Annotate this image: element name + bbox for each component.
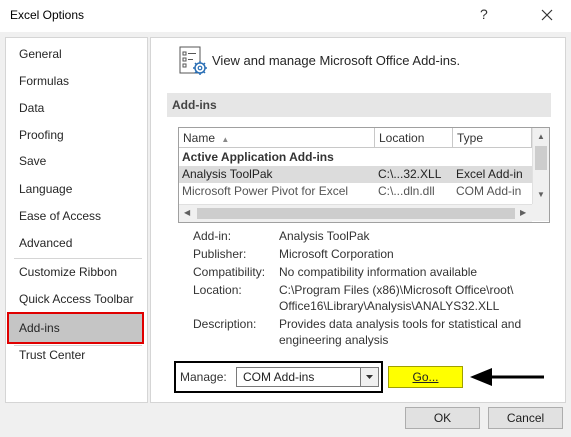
row-location: C:\...dln.dll: [378, 184, 435, 198]
detail-label-publisher: Publisher:: [193, 247, 247, 261]
go-button[interactable]: Go...: [388, 366, 463, 388]
detail-value-location-line1: C:\Program Files (x86)\Microsoft Office\…: [279, 283, 514, 297]
sidebar-item-language[interactable]: Language: [9, 177, 142, 201]
manage-selected-value: COM Add-ins: [243, 370, 315, 384]
row-type: COM Add-in: [456, 184, 522, 198]
horizontal-scrollbar[interactable]: ◀ ▶: [179, 204, 532, 222]
vertical-scroll-thumb[interactable]: [535, 146, 547, 170]
group-header: Active Application Add-ins: [179, 149, 532, 166]
excel-options-dialog: Excel Options ? General Formulas Data Pr…: [0, 0, 571, 437]
add-ins-list[interactable]: Name ▲ Location Type Active Application …: [178, 127, 550, 223]
help-button[interactable]: ?: [480, 6, 488, 22]
sidebar-item-add-ins[interactable]: Add-ins: [7, 312, 144, 344]
horizontal-scroll-thumb[interactable]: [197, 208, 515, 219]
detail-value-location-line2: Office16\Library\Analysis\ANALYS32.XLL: [279, 299, 500, 313]
group-title: Active Application Add-ins: [182, 150, 334, 164]
vertical-scrollbar[interactable]: ▲ ▼: [532, 128, 549, 204]
scroll-down-icon[interactable]: ▼: [537, 190, 545, 199]
manage-dropdown-button[interactable]: [360, 368, 378, 386]
sidebar-item-trust-center[interactable]: Trust Center: [9, 343, 142, 367]
detail-label-compatibility: Compatibility:: [193, 265, 266, 279]
sidebar-item-save[interactable]: Save: [9, 149, 142, 173]
window-title: Excel Options: [10, 8, 85, 22]
sidebar-item-data[interactable]: Data: [9, 96, 142, 120]
annotation-arrow-icon: [470, 368, 544, 386]
cancel-button[interactable]: Cancel: [488, 407, 563, 429]
ok-button[interactable]: OK: [405, 407, 480, 429]
close-icon[interactable]: [535, 3, 559, 27]
sidebar-item-general[interactable]: General: [9, 42, 142, 66]
column-header-type[interactable]: Type: [453, 128, 532, 148]
page-heading: View and manage Microsoft Office Add-ins…: [212, 53, 461, 68]
detail-label-location: Location:: [193, 283, 242, 297]
sidebar-divider: [14, 258, 142, 259]
row-name: Analysis ToolPak: [182, 167, 273, 181]
table-row[interactable]: Analysis ToolPak C:\...32.XLL Excel Add-…: [179, 166, 532, 183]
column-header-location[interactable]: Location: [375, 128, 453, 148]
go-button-label: Go...: [412, 370, 439, 384]
sidebar-item-proofing[interactable]: Proofing: [9, 123, 142, 147]
title-bar: Excel Options ?: [0, 0, 571, 32]
sidebar-item-advanced[interactable]: Advanced: [9, 231, 142, 255]
row-name: Microsoft Power Pivot for Excel: [182, 184, 349, 198]
category-sidebar: General Formulas Data Proofing Save Lang…: [5, 37, 148, 403]
scroll-up-icon[interactable]: ▲: [537, 132, 545, 141]
chevron-down-icon: [366, 375, 373, 379]
detail-value-description-line2: engineering analysis: [279, 333, 389, 347]
detail-value-add-in: Analysis ToolPak: [279, 229, 370, 243]
row-location: C:\...32.XLL: [378, 167, 442, 181]
add-ins-settings-icon: [179, 46, 207, 75]
row-type: Excel Add-in: [456, 167, 523, 181]
section-title-add-ins: Add-ins: [167, 93, 551, 117]
sidebar-item-quick-access-toolbar[interactable]: Quick Access Toolbar: [9, 287, 142, 311]
manage-label: Manage:: [180, 370, 227, 384]
detail-value-description-line1: Provides data analysis tools for statist…: [279, 317, 522, 331]
detail-label-description: Description:: [193, 317, 257, 331]
sidebar-item-ease-of-access[interactable]: Ease of Access: [9, 204, 142, 228]
column-header-name-label: Name: [183, 131, 216, 145]
table-row[interactable]: Microsoft Power Pivot for Excel C:\...dl…: [179, 183, 532, 200]
sidebar-item-customize-ribbon[interactable]: Customize Ribbon: [9, 260, 142, 284]
detail-label-add-in: Add-in:: [193, 229, 232, 243]
column-header-name[interactable]: Name ▲: [179, 128, 375, 148]
detail-value-publisher: Microsoft Corporation: [279, 247, 394, 261]
scroll-left-icon[interactable]: ◀: [184, 208, 190, 217]
sort-ascending-icon: ▲: [221, 135, 230, 144]
sidebar-item-formulas[interactable]: Formulas: [9, 69, 142, 93]
manage-select[interactable]: COM Add-ins: [236, 367, 379, 387]
scrollbar-corner: [532, 204, 549, 221]
detail-value-compatibility: No compatibility information available: [279, 265, 478, 279]
scroll-right-icon[interactable]: ▶: [520, 208, 526, 217]
